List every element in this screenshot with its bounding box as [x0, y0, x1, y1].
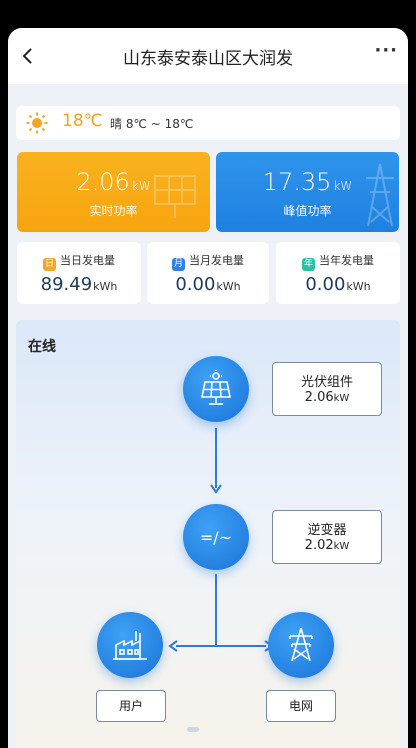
monthly-energy-unit: kWh [216, 280, 241, 293]
flow-line-pv-to-inverter [215, 428, 217, 488]
inverter-label: 逆变器 [307, 523, 347, 538]
grid-node[interactable] [268, 612, 334, 678]
sun-icon [26, 112, 48, 134]
peak-power-card[interactable]: 17.35 kW 峰值功率 [216, 152, 399, 232]
energy-flow-panel: 在线 光伏组件 2.06kW =/~ 逆变器 2.02kW 用户 电网 [16, 320, 400, 748]
realtime-power-label: 实时功率 [89, 204, 138, 218]
peak-power-label: 峰值功率 [283, 204, 332, 218]
weather-description: 晴 8℃ ~ 18℃ [110, 117, 194, 131]
daily-energy-label: 当日发电量 [60, 254, 115, 267]
inverter-icon: =/~ [200, 528, 232, 547]
pv-module-node[interactable] [183, 356, 249, 422]
realtime-power-unit: kW [131, 179, 151, 193]
yearly-energy-card[interactable]: 年当年发电量 0.00kWh [276, 242, 400, 304]
realtime-power-card[interactable]: 2.06 kW 实时功率 [17, 152, 210, 232]
daily-energy-value: 89.49 [40, 274, 93, 295]
calendar-month-icon: 月 [172, 258, 185, 271]
flow-line-horizontal [176, 645, 266, 647]
daily-energy-card[interactable]: 日当日发电量 89.49kWh [17, 242, 141, 304]
current-temperature: 18℃ [62, 111, 103, 131]
calendar-day-icon: 日 [43, 258, 56, 271]
solar-panel-icon [201, 370, 231, 405]
yearly-energy-label: 当年发电量 [319, 254, 374, 267]
power-pylon-icon [289, 627, 313, 662]
grid-label-box: 电网 [266, 690, 336, 722]
peak-power-value: 17.35 [262, 168, 332, 196]
inverter-unit: kW [333, 541, 350, 552]
monthly-energy-card[interactable]: 月当月发电量 0.00kWh [147, 242, 269, 304]
flow-arrow-down-icon [210, 484, 222, 494]
inverter-node[interactable]: =/~ [183, 504, 249, 570]
daily-energy-unit: kWh [93, 280, 118, 293]
realtime-power-value: 2.06 [76, 168, 130, 196]
inverter-info-box: 逆变器 2.02kW [272, 510, 382, 564]
monthly-energy-label: 当月发电量 [189, 254, 244, 267]
online-status: 在线 [28, 339, 56, 355]
scroll-indicator [187, 727, 199, 732]
calendar-year-icon: 年 [302, 258, 315, 271]
page-title: 山东泰安泰山区大润发 [123, 49, 293, 69]
user-node[interactable] [97, 612, 163, 678]
pv-module-unit: kW [333, 393, 350, 404]
factory-icon [113, 631, 147, 660]
monthly-energy-value: 0.00 [175, 274, 216, 295]
user-label-box: 用户 [96, 690, 166, 722]
inverter-power: 2.02 [304, 538, 334, 553]
app-screen: 山东泰安泰山区大润发 ··· 18℃ 晴 8℃ ~ 18℃ 2.06 kW 实时功… [8, 28, 408, 748]
inverter-symbol: =/~ [200, 528, 232, 547]
pv-module-power: 2.06 [304, 390, 334, 405]
yearly-energy-unit: kWh [346, 280, 371, 293]
more-options-button[interactable]: ··· [374, 40, 398, 61]
weather-bar: 18℃ 晴 8℃ ~ 18℃ [16, 106, 400, 140]
top-bar: 山东泰安泰山区大润发 ··· [8, 28, 408, 84]
peak-power-unit: kW [333, 179, 353, 193]
pv-module-label: 光伏组件 [300, 375, 353, 390]
flow-line-inverter-down [215, 574, 217, 646]
pv-module-info-box: 光伏组件 2.06kW [272, 362, 382, 416]
flow-arrow-left-icon [168, 640, 178, 652]
yearly-energy-value: 0.00 [305, 274, 346, 295]
